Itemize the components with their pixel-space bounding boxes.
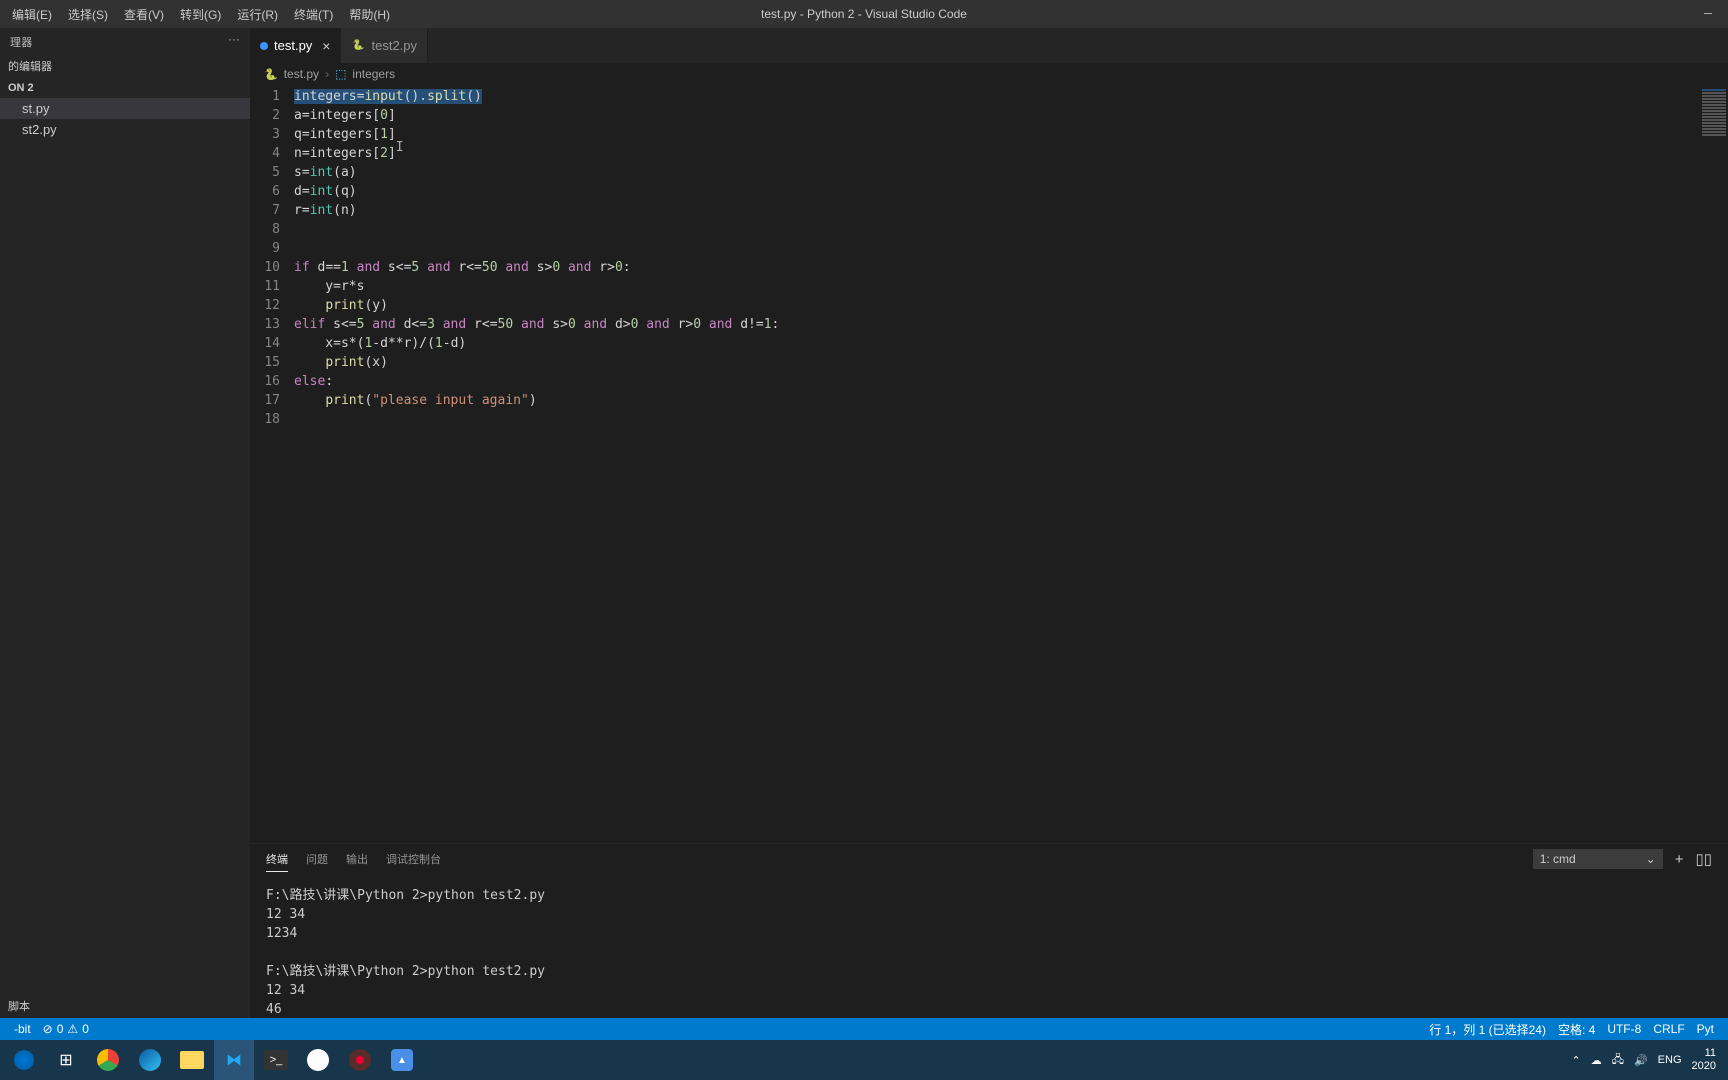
menu-go[interactable]: 转到(G)	[172, 2, 229, 27]
menu-terminal[interactable]: 终端(T)	[286, 2, 341, 27]
start-button[interactable]	[4, 1040, 44, 1080]
status-problems[interactable]: ⊘0 ⚠0	[37, 1022, 95, 1036]
editor-area: test.py × 🐍 test2.py 🐍 test.py › ⬚ integ…	[250, 28, 1728, 1018]
chevron-right-icon: ›	[325, 67, 329, 81]
code-editor[interactable]: 1234 5678 9101112 13141516 1718 integers…	[250, 85, 1728, 843]
new-terminal-icon[interactable]: +	[1675, 851, 1684, 868]
menu-view[interactable]: 查看(V)	[116, 2, 172, 27]
menu-run[interactable]: 运行(R)	[229, 2, 286, 27]
error-icon: ⊘	[43, 1022, 53, 1036]
app-icon[interactable]	[298, 1040, 338, 1080]
close-icon[interactable]: ×	[322, 38, 330, 54]
titlebar: 编辑(E) 选择(S) 查看(V) 转到(G) 运行(R) 终端(T) 帮助(H…	[0, 0, 1728, 28]
status-indent[interactable]: 空格: 4	[1552, 1021, 1601, 1038]
terminal-content[interactable]: F:\路技\讲课\Python 2>python test2.py 12 34 …	[250, 874, 1728, 1018]
tab-label: test.py	[274, 38, 312, 53]
explorer-more-icon[interactable]: ···	[228, 34, 240, 50]
panel-tabbar: 终端 问题 输出 调试控制台 1: cmd ⌄ + ▯▯	[250, 844, 1728, 874]
system-tray[interactable]: ⌃ ☁ 🖧 🔊 ENG 11 2020	[1571, 1047, 1724, 1073]
tab-bar: test.py × 🐍 test2.py	[250, 28, 1728, 63]
menu-edit[interactable]: 编辑(E)	[4, 2, 60, 27]
variable-icon: ⬚	[335, 67, 346, 81]
warning-icon: ⚠	[67, 1022, 78, 1036]
folder-section[interactable]: ON 2	[0, 78, 250, 98]
tray-clock[interactable]: 11 2020	[1692, 1047, 1716, 1073]
status-arch[interactable]: -bit	[8, 1022, 37, 1036]
tray-language[interactable]: ENG	[1658, 1054, 1682, 1066]
windows-taskbar: ⊞ ⧓ >_ ▲ ⌃ ☁ 🖧 🔊 ENG 11 2020	[0, 1040, 1728, 1080]
sidebar-footer[interactable]: 脚本	[0, 994, 250, 1018]
panel-tab-terminal[interactable]: 终端	[266, 847, 288, 872]
window-controls: ─	[1688, 0, 1728, 28]
code-content[interactable]: integers=input().split() a=integers[0] q…	[294, 85, 1700, 843]
sidebar-file-test[interactable]: st.py	[0, 98, 250, 119]
sidebar-file-test2[interactable]: st2.py	[0, 119, 250, 140]
panel-tab-output[interactable]: 输出	[346, 847, 368, 871]
minimize-button[interactable]: ─	[1688, 0, 1728, 28]
tray-chevron-icon[interactable]: ⌃	[1571, 1054, 1580, 1067]
chevron-down-icon: ⌄	[1646, 852, 1656, 866]
tray-network-icon[interactable]: 🖧	[1612, 1051, 1624, 1070]
status-cursor-pos[interactable]: 行 1，列 1 (已选择24)	[1423, 1021, 1552, 1038]
meeting-icon[interactable]: ▲	[382, 1040, 422, 1080]
tab-test2-py[interactable]: 🐍 test2.py	[341, 28, 428, 63]
python-file-icon: 🐍	[351, 39, 365, 53]
tray-cloud-icon[interactable]: ☁	[1591, 1054, 1602, 1067]
dirty-indicator-icon	[260, 42, 268, 50]
menu-select[interactable]: 选择(S)	[60, 2, 116, 27]
record-icon[interactable]	[340, 1040, 380, 1080]
python-file-icon: 🐍	[264, 68, 278, 81]
tab-test-py[interactable]: test.py ×	[250, 28, 341, 63]
tab-label: test2.py	[371, 38, 417, 53]
edge-icon[interactable]	[130, 1040, 170, 1080]
panel-tab-debug[interactable]: 调试控制台	[386, 847, 441, 871]
explorer-icon[interactable]	[172, 1040, 212, 1080]
terminal-app-icon[interactable]: >_	[256, 1040, 296, 1080]
status-eol[interactable]: CRLF	[1647, 1022, 1690, 1036]
terminal-selector[interactable]: 1: cmd ⌄	[1533, 849, 1663, 869]
breadcrumb-file[interactable]: test.py	[284, 67, 319, 81]
open-editors-label[interactable]: 的编辑器	[0, 54, 250, 78]
breadcrumb-symbol[interactable]: integers	[352, 67, 395, 81]
panel-tab-problems[interactable]: 问题	[306, 847, 328, 871]
tray-volume-icon[interactable]: 🔊	[1634, 1054, 1648, 1067]
line-number-gutter: 1234 5678 9101112 13141516 1718	[250, 85, 294, 843]
vscode-icon[interactable]: ⧓	[214, 1040, 254, 1080]
status-encoding[interactable]: UTF-8	[1601, 1022, 1647, 1036]
bottom-panel: 终端 问题 输出 调试控制台 1: cmd ⌄ + ▯▯ F:\路技\讲课\Py…	[250, 843, 1728, 1018]
window-title: test.py - Python 2 - Visual Studio Code	[761, 7, 967, 21]
task-view-icon[interactable]: ⊞	[46, 1040, 86, 1080]
explorer-sidebar: 理器 ··· 的编辑器 ON 2 st.py st2.py 脚本	[0, 28, 250, 1018]
explorer-title: 理器	[10, 34, 33, 50]
menu-help[interactable]: 帮助(H)	[341, 2, 398, 27]
breadcrumb[interactable]: 🐍 test.py › ⬚ integers	[250, 63, 1728, 85]
split-terminal-icon[interactable]: ▯▯	[1695, 850, 1712, 868]
chrome-icon[interactable]	[88, 1040, 128, 1080]
menu-bar: 编辑(E) 选择(S) 查看(V) 转到(G) 运行(R) 终端(T) 帮助(H…	[0, 2, 398, 27]
minimap[interactable]	[1700, 85, 1728, 843]
status-language[interactable]: Pyt	[1691, 1022, 1720, 1036]
status-bar: -bit ⊘0 ⚠0 行 1，列 1 (已选择24) 空格: 4 UTF-8 C…	[0, 1018, 1728, 1040]
